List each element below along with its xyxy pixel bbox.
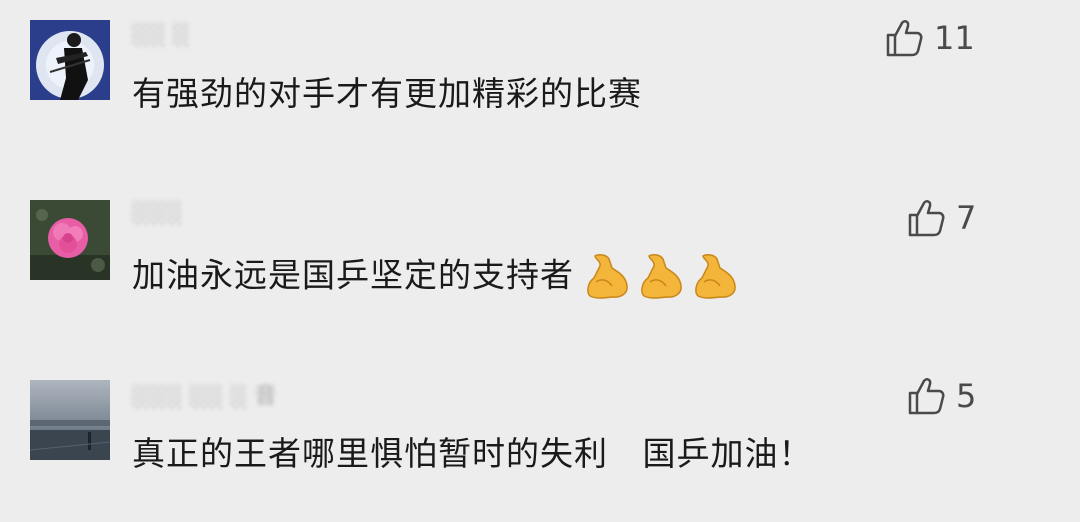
like-count: 7: [956, 199, 977, 237]
flexed-biceps-icon: [695, 254, 736, 299]
comment-text-content: 加油永远是国乒坚定的支持者: [132, 255, 574, 295]
like-count: 11: [934, 19, 975, 57]
like-button[interactable]: 11: [884, 16, 975, 60]
thumbs-up-icon: [908, 378, 945, 415]
comment-text: 有强劲的对手才有更加精彩的比赛: [132, 74, 642, 113]
comment-text: 真正的王者哪里惧怕暂时的失利 国乒加油！: [132, 434, 813, 473]
flexed-biceps-icon: [587, 254, 628, 299]
like-count: 5: [956, 377, 977, 415]
emoji-group: [582, 252, 744, 302]
like-button[interactable]: 7: [906, 196, 976, 240]
username[interactable]: ░░░ ░░ ░ 音: [132, 384, 312, 410]
thumbs-up-icon: [908, 200, 945, 237]
username[interactable]: ░░ ░: [132, 22, 262, 48]
username[interactable]: ░░░: [132, 200, 262, 226]
avatar[interactable]: [30, 380, 110, 460]
pink-flower-avatar: [30, 200, 110, 280]
flexed-biceps-icon: [641, 254, 682, 299]
comment-text: 加油永远是国乒坚定的支持者: [132, 252, 744, 302]
avatar[interactable]: [30, 20, 110, 100]
thumbs-up-icon: [886, 20, 923, 57]
avatar[interactable]: [30, 200, 110, 280]
person-violin-avatar: [30, 20, 110, 100]
lake-landscape-avatar: [30, 380, 110, 460]
like-button[interactable]: 5: [906, 374, 976, 418]
